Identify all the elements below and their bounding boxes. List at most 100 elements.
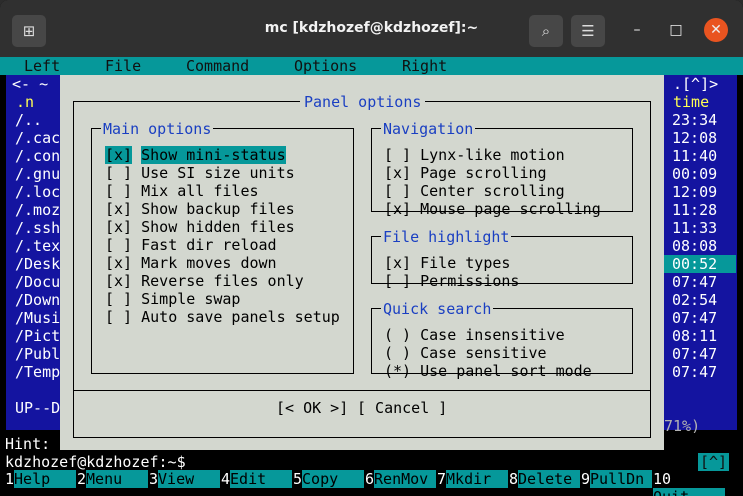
quick-search-option[interactable]: ( ) Case sensitive xyxy=(384,344,547,362)
menu-options[interactable]: Options xyxy=(294,57,357,75)
right-panel-time[interactable]: 11:28 xyxy=(664,201,736,219)
left-panel-entry[interactable]: /.moz xyxy=(15,201,60,219)
right-panel-time[interactable]: 02:54 xyxy=(664,291,736,309)
shell-prompt[interactable]: kdzhozef@kdzhozef:~$ xyxy=(5,453,186,471)
option-label: Use SI size units xyxy=(141,164,295,182)
quick-search-option[interactable]: (*) Use panel sort mode xyxy=(384,362,592,380)
cancel-button[interactable]: [ Cancel ] xyxy=(357,399,447,417)
menu-right[interactable]: Right xyxy=(402,57,447,75)
checkbox-mark[interactable]: [ ] xyxy=(105,164,132,182)
option-label: Mouse page scrolling xyxy=(420,200,601,218)
checkbox-mark[interactable]: [x] xyxy=(105,218,132,236)
fkey-8[interactable]: 8Delete xyxy=(509,470,581,488)
main-options-option[interactable]: [ ] Auto save panels setup xyxy=(105,308,340,326)
ok-button[interactable]: [< OK >] xyxy=(276,399,348,417)
fkey-7[interactable]: 7Mkdir xyxy=(437,470,509,488)
left-panel-header: <- ~ xyxy=(12,75,49,93)
fkey-4[interactable]: 4Edit xyxy=(221,470,293,488)
fkey-5[interactable]: 5Copy xyxy=(293,470,365,488)
checkbox-mark[interactable]: [x] xyxy=(105,200,132,218)
checkbox-mark[interactable]: [ ] xyxy=(105,236,132,254)
left-panel-entry[interactable]: /Pict xyxy=(15,327,60,345)
checkbox-mark[interactable]: [x] xyxy=(105,254,132,272)
fkey-2[interactable]: 2Menu xyxy=(77,470,149,488)
menu-command[interactable]: Command xyxy=(186,57,249,75)
right-panel-time[interactable]: 23:34 xyxy=(664,111,736,129)
checkbox-mark[interactable]: [x] xyxy=(384,200,411,218)
right-panel-time[interactable]: 07:47 xyxy=(664,363,736,381)
left-panel-entry[interactable]: /.tex xyxy=(15,237,60,255)
navigation-option[interactable]: [x] Mouse page scrolling xyxy=(384,200,601,218)
minimize-button[interactable]: – xyxy=(625,18,649,42)
left-panel-entry[interactable]: /.cac xyxy=(15,129,60,147)
main-options-option[interactable]: [x] Reverse files only xyxy=(105,272,304,290)
left-panel-entry[interactable]: /.. xyxy=(15,111,42,129)
navigation-option[interactable]: [x] Page scrolling xyxy=(384,164,547,182)
right-panel-time[interactable]: 12:08 xyxy=(664,129,736,147)
checkbox-mark[interactable]: [x] xyxy=(105,146,133,164)
right-panel-time[interactable]: 11:33 xyxy=(664,219,736,237)
menu-left[interactable]: Left xyxy=(24,57,60,75)
close-button[interactable]: ✕ xyxy=(704,18,728,42)
left-panel-entry[interactable]: /.loc xyxy=(15,183,60,201)
checkbox-mark[interactable]: [ ] xyxy=(105,182,132,200)
file-highlight-option[interactable]: [ ] Permissions xyxy=(384,272,519,290)
left-panel-entry[interactable]: /.con xyxy=(15,147,60,165)
checkbox-mark[interactable]: [ ] xyxy=(105,308,132,326)
right-panel-time[interactable]: 07:47 xyxy=(664,345,736,363)
checkbox-mark[interactable]: ( ) xyxy=(384,326,411,344)
main-options-option[interactable]: [x] Mark moves down xyxy=(105,254,277,272)
left-panel-entry[interactable]: /Docu xyxy=(15,273,60,291)
left-panel-entry[interactable]: /Temp xyxy=(15,363,60,381)
left-panel[interactable]: <- ~ .n /../.cac/.con/.gnu/.loc/.moz/.ss… xyxy=(6,75,60,430)
fkey-1[interactable]: 1Help xyxy=(5,470,77,488)
hamburger-menu-button[interactable]: ☰ xyxy=(571,15,605,47)
left-panel-entry[interactable]: /.gnu xyxy=(15,165,60,183)
left-panel-entry[interactable]: /Down xyxy=(15,291,60,309)
dialog-title: Panel options xyxy=(300,93,426,111)
right-panel[interactable]: .[^]> time 23:34 12:08 11:40 00:09 12:09 11:2… xyxy=(664,75,737,435)
checkbox-mark[interactable]: [ ] xyxy=(105,290,132,308)
right-panel-time[interactable]: 12:09 xyxy=(664,183,736,201)
main-options-option[interactable]: [ ] Fast dir reload xyxy=(105,236,277,254)
right-panel-time[interactable]: 08:11 xyxy=(664,327,736,345)
left-panel-entry[interactable]: /.ssh xyxy=(15,219,60,237)
prompt-history-button[interactable]: [^] xyxy=(698,453,730,471)
navigation-option[interactable]: [ ] Lynx-like motion xyxy=(384,146,565,164)
navigation-option[interactable]: [ ] Center scrolling xyxy=(384,182,565,200)
left-panel-entry[interactable]: /Desk xyxy=(15,255,60,273)
checkbox-mark[interactable]: [ ] xyxy=(384,146,411,164)
fkey-3[interactable]: 3View xyxy=(149,470,221,488)
checkbox-mark[interactable]: [x] xyxy=(384,254,411,272)
left-panel-entry[interactable]: /Musi xyxy=(15,309,60,327)
checkbox-mark[interactable]: [ ] xyxy=(384,182,411,200)
right-panel-time[interactable]: 00:52 xyxy=(664,255,736,273)
checkbox-mark[interactable]: [x] xyxy=(105,272,132,290)
main-options-option[interactable]: [x] Show hidden files xyxy=(105,218,295,236)
checkbox-mark[interactable]: (*) xyxy=(384,362,411,380)
right-panel-time[interactable]: 11:40 xyxy=(664,147,736,165)
main-options-option[interactable]: [ ] Simple swap xyxy=(105,290,240,308)
main-options-option[interactable]: [x] Show mini-status xyxy=(105,146,286,164)
maximize-button[interactable]: □ xyxy=(664,18,688,42)
checkbox-mark[interactable]: [ ] xyxy=(384,272,411,290)
file-highlight-option[interactable]: [x] File types xyxy=(384,254,510,272)
fkey-6[interactable]: 6RenMov xyxy=(365,470,437,488)
right-panel-time[interactable]: 07:47 xyxy=(664,309,736,327)
left-panel-entry[interactable]: /Publ xyxy=(15,345,60,363)
search-button[interactable]: ⌕ xyxy=(529,15,563,47)
main-options-option[interactable]: [ ] Use SI size units xyxy=(105,164,295,182)
fkey-9[interactable]: 9PullDn xyxy=(581,470,653,488)
titlebar: ⊞ mc [kdzhozef@kdzhozef]:~ ⌕ ☰ – □ ✕ xyxy=(0,0,743,57)
right-panel-time[interactable]: 00:09 xyxy=(664,165,736,183)
menu-file[interactable]: File xyxy=(105,57,141,75)
main-options-option[interactable]: [x] Show backup files xyxy=(105,200,295,218)
main-options-option[interactable]: [ ] Mix all files xyxy=(105,182,259,200)
checkbox-mark[interactable]: [x] xyxy=(384,164,411,182)
right-panel-time[interactable]: 08:08 xyxy=(664,237,736,255)
fkey-10[interactable]: 10Quit xyxy=(653,470,743,496)
quick-search-option[interactable]: ( ) Case insensitive xyxy=(384,326,565,344)
right-panel-time[interactable]: 07:47 xyxy=(664,273,736,291)
checkbox-mark[interactable]: ( ) xyxy=(384,344,411,362)
